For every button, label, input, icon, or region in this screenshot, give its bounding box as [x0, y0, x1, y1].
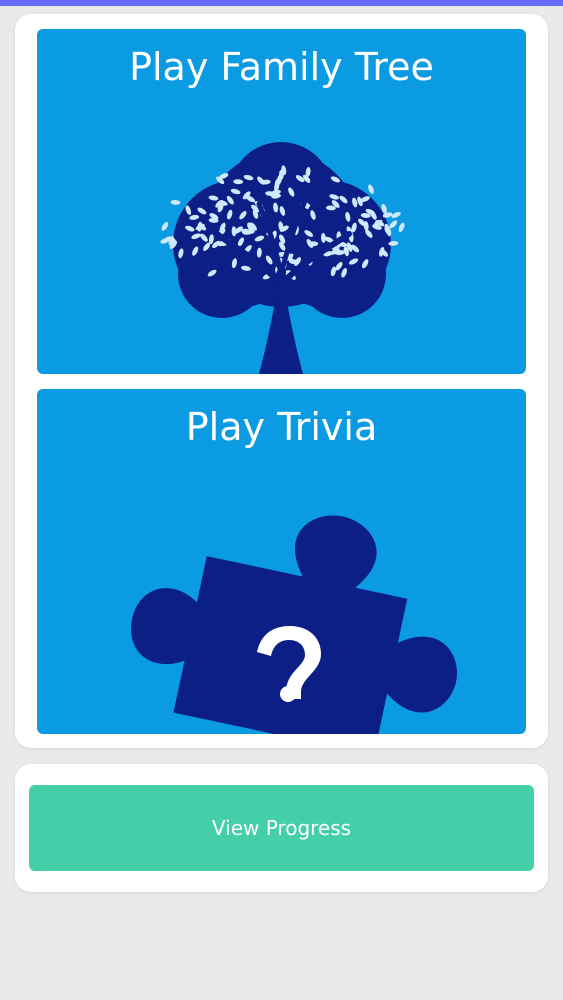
- progress-card: View Progress: [15, 764, 548, 892]
- tile-title: Play Family Tree: [129, 45, 434, 89]
- tile-title: Play Trivia: [185, 405, 378, 449]
- play-trivia-tile[interactable]: Play Trivia: [37, 389, 526, 734]
- view-progress-button[interactable]: View Progress: [29, 785, 534, 871]
- top-accent-bar: [0, 0, 563, 6]
- games-card: Play Family Tree Play Trivia: [15, 14, 548, 748]
- play-family-tree-tile[interactable]: Play Family Tree: [37, 29, 526, 374]
